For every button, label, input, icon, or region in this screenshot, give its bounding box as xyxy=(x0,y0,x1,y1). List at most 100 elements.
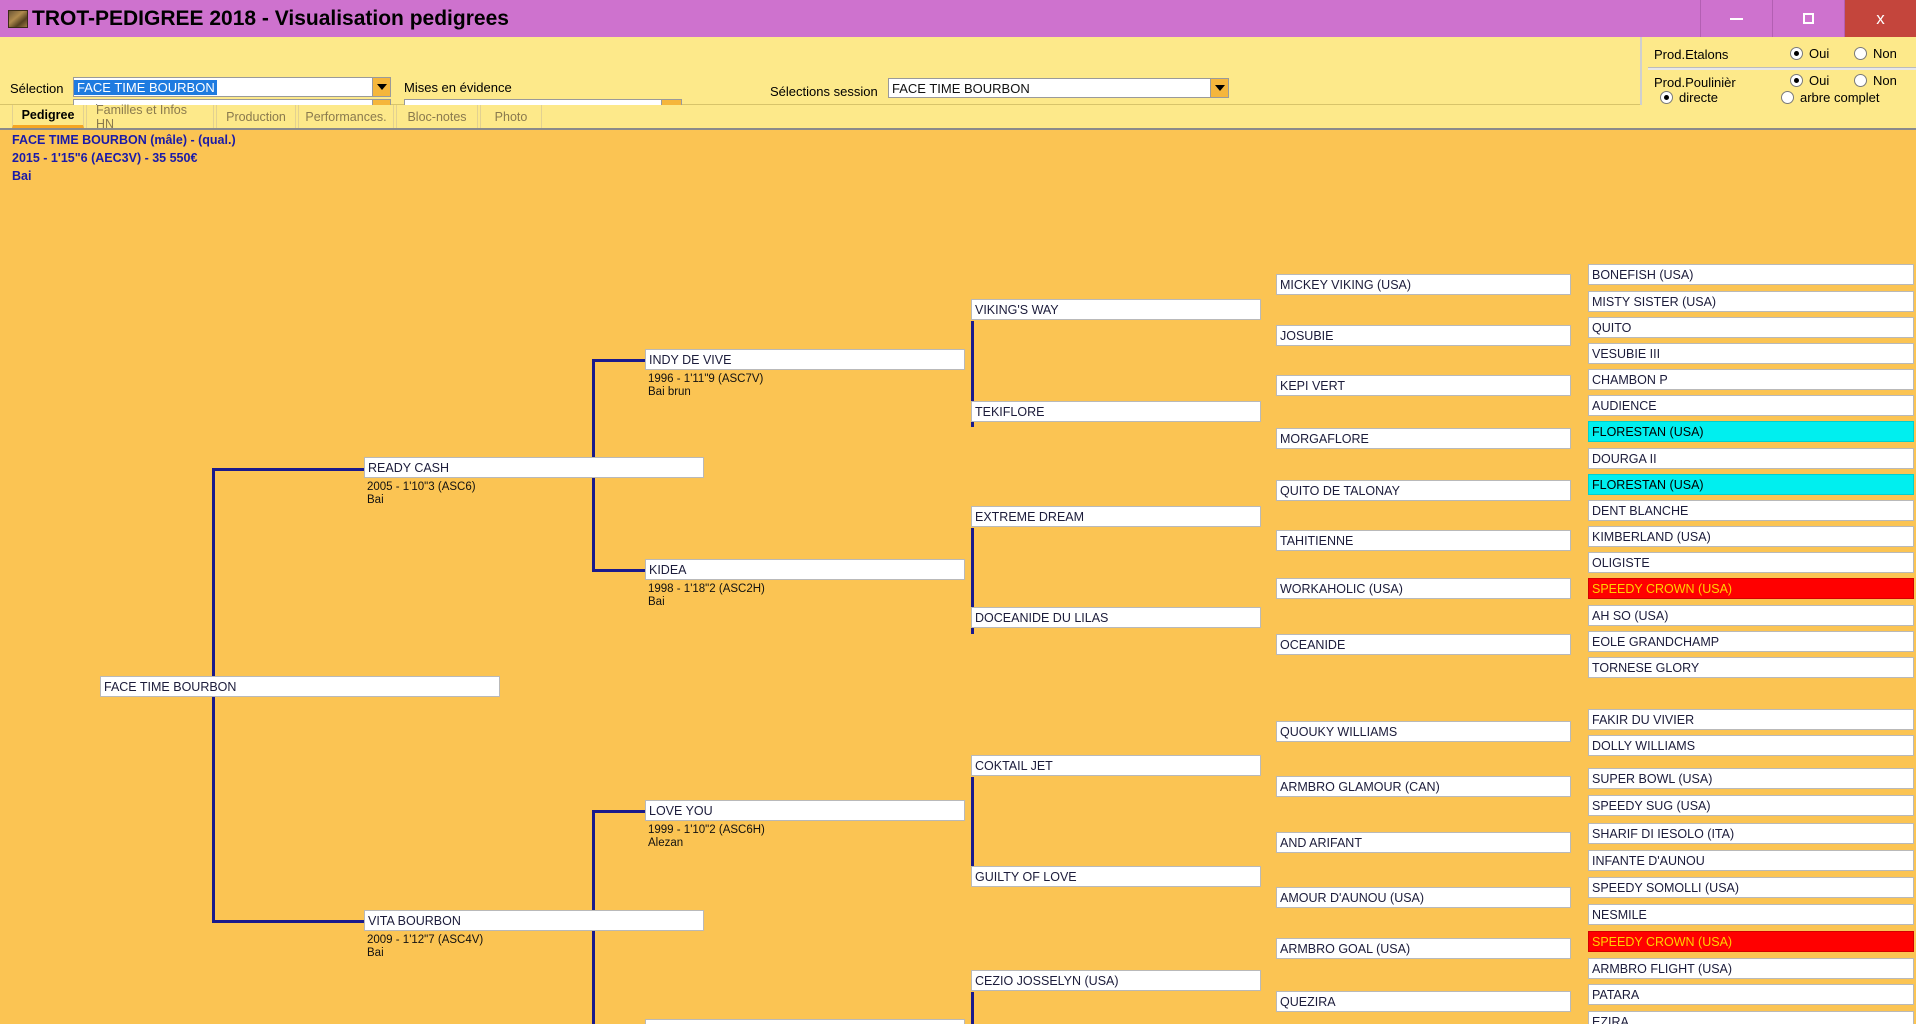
pedigree-box-gen6-9[interactable]: FLORESTAN (USA) xyxy=(1588,474,1914,495)
pedigree-box-gen5-14[interactable]: QUEZIRA xyxy=(1276,991,1571,1012)
pedigree-box-gen6-16[interactable]: TORNESE GLORY xyxy=(1588,657,1914,678)
pedigree-box-gen6-5[interactable]: CHAMBON P xyxy=(1588,369,1914,390)
pedigree-box-gen6-12[interactable]: OLIGISTE xyxy=(1588,552,1914,573)
pedigree-box-gen5-11[interactable]: AND ARIFANT xyxy=(1276,832,1571,853)
pedigree-box-gen2-sire[interactable]: READY CASH xyxy=(364,457,704,478)
pedigree-box-gen5-8[interactable]: OCEANIDE xyxy=(1276,634,1571,655)
prod-etalons-non-radio[interactable]: Non xyxy=(1854,46,1897,61)
pedigree-box-gen3-4[interactable]: KAMERA BOURBON xyxy=(645,1019,965,1024)
pedigree-box-gen6-25[interactable]: SPEEDY CROWN (USA) xyxy=(1588,931,1914,952)
pedigree-box-gen5-4[interactable]: MORGAFLORE xyxy=(1276,428,1571,449)
mode-arbre-complet-label: arbre complet xyxy=(1800,90,1880,105)
pedigree-box-gen5-1[interactable]: MICKEY VIKING (USA) xyxy=(1276,274,1571,295)
pedigree-box-gen2-dam[interactable]: VITA BOURBON xyxy=(364,910,704,931)
pedigree-box-gen6-11[interactable]: KIMBERLAND (USA) xyxy=(1588,526,1914,547)
pedigree-box-gen5-10[interactable]: ARMBRO GLAMOUR (CAN) xyxy=(1276,776,1571,797)
pedigree-box-gen3-2[interactable]: KIDEA xyxy=(645,559,965,580)
radio-dot-icon xyxy=(1660,91,1673,104)
pedigree-box-gen4-7[interactable]: CEZIO JOSSELYN (USA) xyxy=(971,970,1261,991)
pedigree-box-gen5-13[interactable]: ARMBRO GOAL (USA) xyxy=(1276,938,1571,959)
minimize-button[interactable] xyxy=(1700,0,1772,37)
pedigree-box-gen6-14[interactable]: AH SO (USA) xyxy=(1588,605,1914,626)
mode-arbre-complet-radio[interactable]: arbre complet xyxy=(1781,90,1879,105)
pedigree-box-gen6-20[interactable]: SPEEDY SUG (USA) xyxy=(1588,795,1914,816)
pedigree-box-gen5-5[interactable]: QUITO DE TALONAY xyxy=(1276,480,1571,501)
prod-poulinier-non-label: Non xyxy=(1873,73,1897,88)
prod-poulinier-oui-radio[interactable]: Oui xyxy=(1790,73,1829,88)
subject-line-1: FACE TIME BOURBON (mâle) - (qual.) xyxy=(12,133,236,147)
close-button[interactable]: x xyxy=(1844,0,1916,37)
tab-production[interactable]: Production xyxy=(216,105,296,128)
pedigree-box-gen6-6[interactable]: AUDIENCE xyxy=(1588,395,1914,416)
pedigree-box-gen6-27[interactable]: PATARA xyxy=(1588,984,1914,1005)
pedigree-box-gen6-19[interactable]: SUPER BOWL (USA) xyxy=(1588,768,1914,789)
toolbar: Sélection FACE TIME BOURBON Pedigree 5 n… xyxy=(0,37,1916,123)
prod-etalons-oui-label: Oui xyxy=(1809,46,1830,61)
pedigree-box-gen4-4[interactable]: DOCEANIDE DU LILAS xyxy=(971,607,1261,628)
tab-bloc-notes[interactable]: Bloc-notes xyxy=(396,105,478,128)
tab-familles[interactable]: Familles et Infos HN xyxy=(86,103,214,131)
pedigree-box-gen6-28[interactable]: EZIRA xyxy=(1588,1011,1914,1024)
pedigree-box-gen3-3[interactable]: LOVE YOU xyxy=(645,800,965,821)
connector-line xyxy=(592,810,646,813)
tab-pedigree[interactable]: Pedigree xyxy=(12,105,84,128)
pedigree-box-gen6-23[interactable]: SPEEDY SOMOLLI (USA) xyxy=(1588,877,1914,898)
pedigree-box-gen6-1[interactable]: BONEFISH (USA) xyxy=(1588,264,1914,285)
pedigree-box-gen4-6[interactable]: GUILTY OF LOVE xyxy=(971,866,1261,887)
pedigree-box-gen4-5[interactable]: COKTAIL JET xyxy=(971,755,1261,776)
pedigree-canvas: FACE TIME BOURBON (mâle) - (qual.) 2015 … xyxy=(0,128,1916,1024)
maximize-button[interactable] xyxy=(1772,0,1844,37)
tab-bar: Pedigree Familles et Infos HN Production… xyxy=(0,103,1916,131)
selection-combo[interactable]: FACE TIME BOURBON xyxy=(73,77,391,97)
highlight-label: Mises en évidence xyxy=(404,80,512,95)
pedigree-box-gen1[interactable]: FACE TIME BOURBON xyxy=(100,676,500,697)
pedigree-box-gen5-9[interactable]: QUOUKY WILLIAMS xyxy=(1276,721,1571,742)
pedigree-box-gen6-4[interactable]: VESUBIE III xyxy=(1588,343,1914,364)
title-bar: TROT-PEDIGREE 2018 - Visualisation pedig… xyxy=(0,0,1916,37)
pedigree-box-gen6-15[interactable]: EOLE GRANDCHAMP xyxy=(1588,631,1914,652)
pedigree-box-gen6-13[interactable]: SPEEDY CROWN (USA) xyxy=(1588,578,1914,599)
pedigree-box-gen5-3[interactable]: KEPI VERT xyxy=(1276,375,1571,396)
pedigree-details-gen3-1: 1996 - 1'11"9 (ASC7V) Bai brun xyxy=(648,373,764,398)
pedigree-box-gen6-26[interactable]: ARMBRO FLIGHT (USA) xyxy=(1588,958,1914,979)
prod-poulinier-non-radio[interactable]: Non xyxy=(1854,73,1897,88)
tab-performances[interactable]: Performances. xyxy=(298,105,394,128)
pedigree-box-gen6-21[interactable]: SHARIF DI IESOLO (ITA) xyxy=(1588,823,1914,844)
pedigree-box-gen5-2[interactable]: JOSUBIE xyxy=(1276,325,1571,346)
subject-line-2: 2015 - 1'15"6 (AEC3V) - 35 550€ xyxy=(12,151,198,165)
pedigree-box-gen5-12[interactable]: AMOUR D'AUNOU (USA) xyxy=(1276,887,1571,908)
radio-dot-icon xyxy=(1790,47,1803,60)
radio-dot-icon xyxy=(1854,47,1867,60)
option-divider xyxy=(1648,67,1916,70)
session-label: Sélections session xyxy=(770,84,878,99)
connector-line xyxy=(592,569,646,572)
session-combo[interactable]: FACE TIME BOURBON xyxy=(888,78,1229,98)
pedigree-box-gen4-1[interactable]: VIKING'S WAY xyxy=(971,299,1261,320)
pedigree-box-gen5-6[interactable]: TAHITIENNE xyxy=(1276,530,1571,551)
chevron-down-icon[interactable] xyxy=(1210,79,1228,97)
pedigree-details-gen3-2: 1998 - 1'18"2 (ASC2H) Bai xyxy=(648,583,765,608)
pedigree-box-gen4-2[interactable]: TEKIFLORE xyxy=(971,401,1261,422)
window-title: TROT-PEDIGREE 2018 - Visualisation pedig… xyxy=(32,6,509,30)
subject-line-3: Bai xyxy=(12,169,32,183)
chevron-down-icon[interactable] xyxy=(372,78,390,96)
pedigree-box-gen6-7[interactable]: FLORESTAN (USA) xyxy=(1588,421,1914,442)
pedigree-box-gen6-22[interactable]: INFANTE D'AUNOU xyxy=(1588,850,1914,871)
tab-photo[interactable]: Photo xyxy=(480,105,542,128)
pedigree-box-gen5-7[interactable]: WORKAHOLIC (USA) xyxy=(1276,578,1571,599)
pedigree-box-gen6-8[interactable]: DOURGA II xyxy=(1588,448,1914,469)
app-icon xyxy=(8,9,28,28)
mode-directe-radio[interactable]: directe xyxy=(1660,90,1718,105)
pedigree-box-gen6-24[interactable]: NESMILE xyxy=(1588,904,1914,925)
prod-etalons-oui-radio[interactable]: Oui xyxy=(1790,46,1829,61)
prod-etalons-label: Prod.Etalons xyxy=(1654,47,1729,62)
pedigree-box-gen4-3[interactable]: EXTREME DREAM xyxy=(971,506,1261,527)
pedigree-box-gen6-3[interactable]: QUITO xyxy=(1588,317,1914,338)
pedigree-box-gen6-18[interactable]: DOLLY WILLIAMS xyxy=(1588,735,1914,756)
pedigree-box-gen6-10[interactable]: DENT BLANCHE xyxy=(1588,500,1914,521)
pedigree-box-gen6-17[interactable]: FAKIR DU VIVIER xyxy=(1588,709,1914,730)
prod-poulinier-oui-label: Oui xyxy=(1809,73,1830,88)
pedigree-box-gen3-1[interactable]: INDY DE VIVE xyxy=(645,349,965,370)
radio-dot-icon xyxy=(1790,74,1803,87)
pedigree-box-gen6-2[interactable]: MISTY SISTER (USA) xyxy=(1588,291,1914,312)
